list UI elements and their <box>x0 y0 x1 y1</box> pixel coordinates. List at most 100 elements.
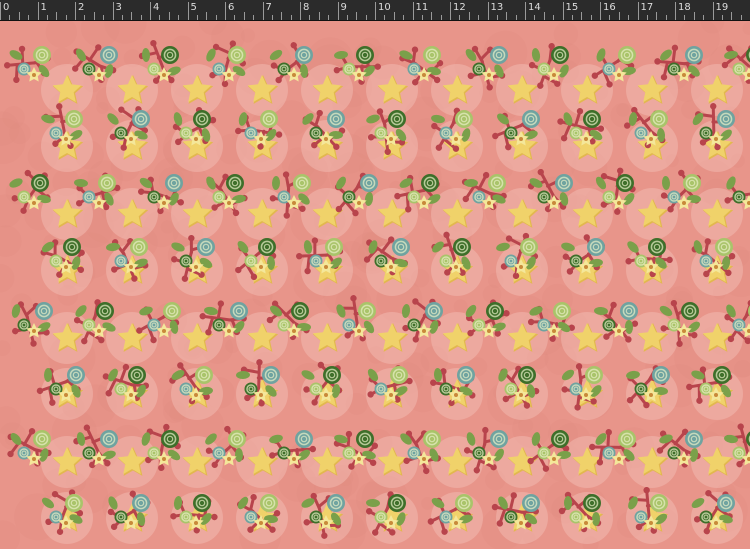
texture-blot <box>8 122 31 145</box>
ruler-tick <box>534 15 536 20</box>
blossom-center <box>454 137 458 141</box>
blossom-center <box>194 137 198 141</box>
ruler-label-12: 12 <box>453 2 466 13</box>
star-motif-icon <box>301 120 353 172</box>
rosette-motif-icon <box>260 110 278 128</box>
ruler-label-10: 10 <box>378 2 391 13</box>
rosette-motif-icon <box>553 302 571 320</box>
rosette-motif-icon <box>490 430 508 448</box>
rosette-motif-icon <box>360 174 378 192</box>
blossom-center <box>682 201 686 205</box>
rosette-motif-icon <box>457 366 475 384</box>
rosette-motif-icon <box>490 46 508 64</box>
ruler-tick <box>562 2 564 20</box>
blossom-center <box>649 521 653 525</box>
ruler-tick <box>253 15 255 20</box>
rosette-motif-icon <box>67 366 85 384</box>
rosette-motif-icon <box>163 302 181 320</box>
ruler-tick <box>121 15 123 20</box>
rosette-motif-icon <box>522 494 540 512</box>
ruler-tick <box>581 12 583 20</box>
ruler-tick <box>178 15 180 20</box>
rosette-motif-icon <box>63 238 81 256</box>
leaf-icon <box>564 496 572 510</box>
rosette-motif-icon <box>388 110 406 128</box>
rosette-motif-icon <box>388 494 406 512</box>
star-motif-icon <box>626 120 678 172</box>
ruler-label-18: 18 <box>678 2 691 13</box>
ruler-tick <box>646 15 648 20</box>
blossom-center <box>389 265 393 269</box>
blossom-center <box>129 393 133 397</box>
rosette-motif-icon <box>685 46 703 64</box>
rosette-motif-icon <box>356 46 374 64</box>
ruler-label-13: 13 <box>490 2 504 13</box>
blossom-center <box>422 73 426 77</box>
rosette-motif-icon <box>583 494 601 512</box>
blossom-center <box>454 265 458 269</box>
ruler-tick <box>234 15 236 20</box>
ruler-tick <box>365 15 367 20</box>
blossom-center <box>584 521 588 525</box>
rosette-motif-icon <box>683 174 701 192</box>
ruler-tick <box>703 15 705 20</box>
ruler-tick <box>56 12 58 20</box>
rosette-motif-icon <box>193 494 211 512</box>
blossom-center <box>129 521 133 525</box>
blossom-center <box>129 137 133 141</box>
rosette-motif-icon <box>650 494 668 512</box>
ruler-tick <box>693 12 695 20</box>
rosette-motif-icon <box>551 430 569 448</box>
ruler-tick <box>206 12 208 20</box>
ruler-tick <box>553 15 555 20</box>
rosette-motif-icon <box>295 430 313 448</box>
ruler-label-1: 1 <box>40 2 47 13</box>
ruler-tick <box>9 15 11 20</box>
blossom-center <box>617 73 621 77</box>
rosette-motif-icon <box>425 302 443 320</box>
rosette-motif-icon <box>161 46 179 64</box>
rosette-motif-icon <box>585 366 603 384</box>
rosette-motif-icon <box>518 366 536 384</box>
star-motif-icon <box>496 120 548 172</box>
ruler-tick <box>478 15 480 20</box>
texture-blot <box>240 28 256 43</box>
rosette-motif-icon <box>65 494 83 512</box>
ruler-tick <box>318 12 320 20</box>
ruler-tick <box>375 2 376 20</box>
ruler-tick <box>675 2 676 20</box>
rosette-motif-icon <box>648 238 666 256</box>
rosette-motif-icon <box>555 174 573 192</box>
rosette-motif-icon <box>65 110 83 128</box>
ruler-tick <box>46 15 48 20</box>
ruler-tick <box>300 2 301 20</box>
ruler-tick <box>571 15 573 20</box>
rosette-motif-icon <box>260 494 278 512</box>
rosette-motif-icon <box>650 110 668 128</box>
blossom-center <box>259 521 263 525</box>
blossom-center <box>714 137 718 141</box>
ruler-tick <box>628 15 630 20</box>
ruler-tick <box>393 12 395 20</box>
rosette-motif-icon <box>486 302 504 320</box>
rosette-motif-icon <box>423 430 441 448</box>
blossom-center <box>32 73 36 77</box>
texture-blot <box>52 47 72 67</box>
rosette-motif-icon <box>616 174 634 192</box>
ruler-tick <box>543 12 545 20</box>
ruler-label-4: 4 <box>153 2 160 13</box>
ruler-tick <box>337 2 339 20</box>
rosette-motif-icon <box>455 110 473 128</box>
rosette-motif-icon <box>325 238 343 256</box>
blossom-center <box>617 457 621 461</box>
ruler-tick <box>721 15 723 20</box>
ruler-tick <box>440 15 442 20</box>
ruler-tick <box>196 15 198 20</box>
ruler-tick <box>403 15 405 20</box>
ruler-tick <box>28 15 30 20</box>
blossom-center <box>259 137 263 141</box>
ruler-tick <box>590 15 592 20</box>
ruler-tick <box>684 15 686 20</box>
blossom-center <box>32 329 36 333</box>
rosette-motif-icon <box>100 430 118 448</box>
